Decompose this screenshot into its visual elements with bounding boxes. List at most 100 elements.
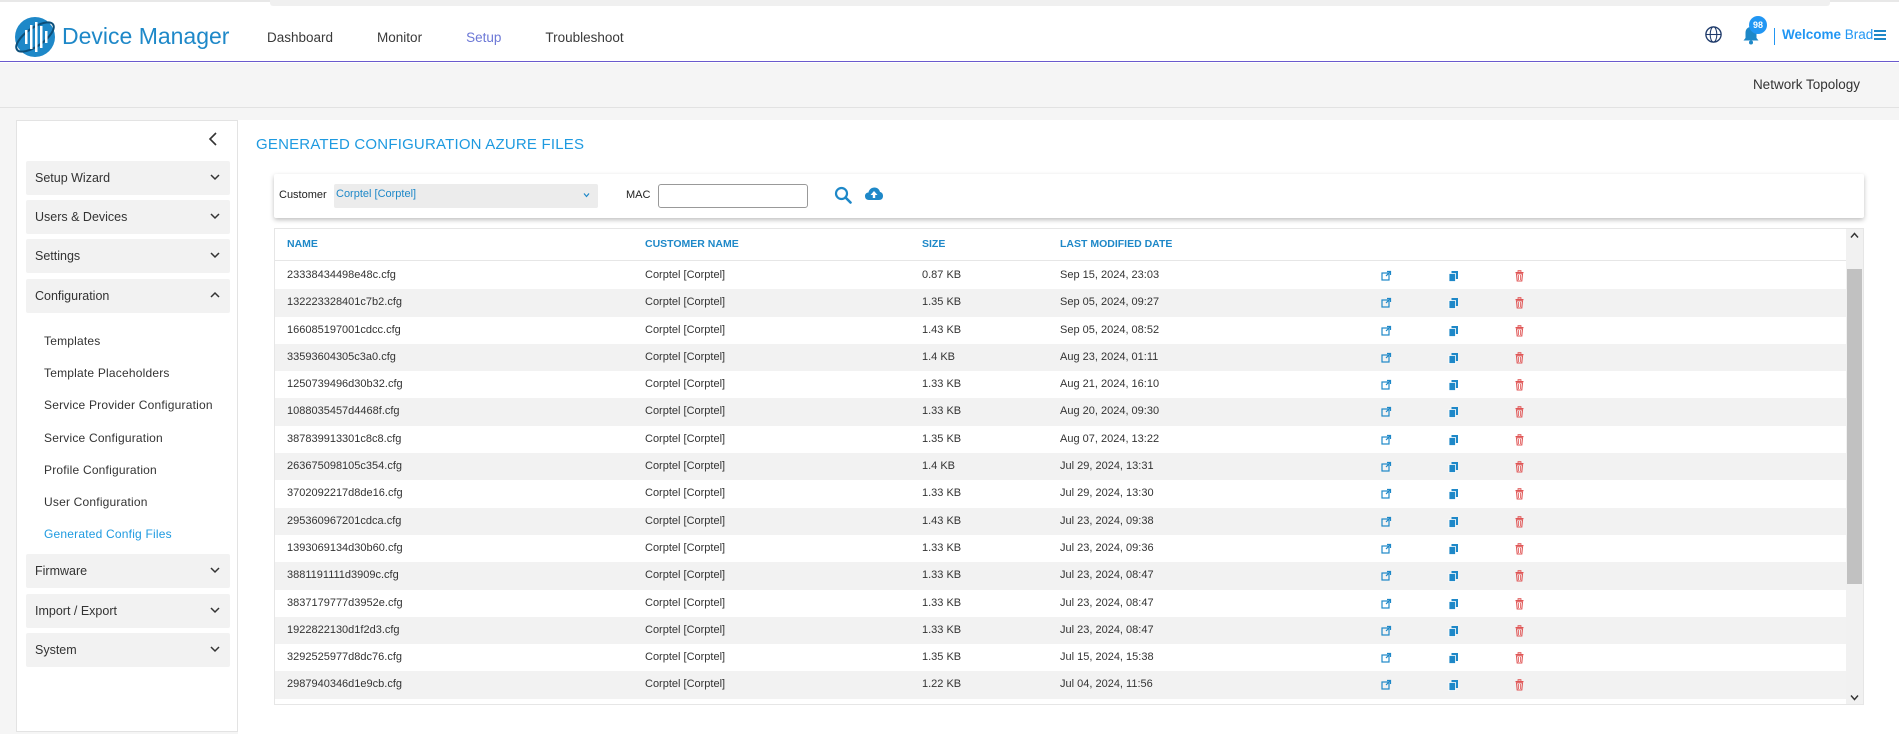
sidebar-subitem-generated-config-files[interactable]: Generated Config Files [44,527,172,541]
network-topology-link[interactable]: Network Topology [1753,77,1860,92]
table-scrollbar[interactable] [1846,229,1863,704]
copy-icon[interactable] [1448,296,1459,310]
search-icon[interactable] [834,186,852,204]
trash-icon[interactable] [1514,296,1525,309]
cloud-upload-icon[interactable] [864,185,884,203]
sidebar-item-firmware[interactable]: Firmware [26,554,230,588]
open-external-icon[interactable] [1381,296,1392,308]
copy-icon[interactable] [1448,460,1459,473]
nav-setup[interactable]: Setup [466,30,501,45]
mac-input[interactable] [658,184,808,208]
scroll-up-icon[interactable] [1850,232,1859,239]
trash-icon[interactable] [1514,597,1525,610]
sidebar-item-setup-wizard[interactable]: Setup Wizard [26,161,230,195]
scroll-down-icon[interactable] [1850,694,1859,701]
table-row[interactable]: 2987940346d1e9cb.cfg Corptel [Corptel] 1.2… [275,671,1847,699]
trash-icon[interactable] [1514,678,1525,692]
column-header-customer-name[interactable]: CUSTOMER NAME [645,238,739,250]
column-header-last-modified-date[interactable]: LAST MODIFIED DATE [1060,238,1172,250]
table-row[interactable]: 1393069134d30b60.cfg Corptel [Corptel] 1.3… [275,534,1847,563]
open-external-icon[interactable] [1381,542,1392,554]
table-row[interactable]: 1922822130d1f2d3.cfg Corptel [Corptel] 1.3… [275,616,1847,645]
table-row[interactable]: 132223328401c7b2.cfg Corptel [Corptel] 1.3… [275,289,1847,317]
table-row[interactable]: 263675098105c354.cfg Corptel [Corptel] 1.4… [275,453,1847,481]
trash-icon[interactable] [1514,515,1525,528]
open-external-icon[interactable] [1381,678,1392,691]
trash-icon[interactable] [1514,542,1525,555]
sidebar-item-import-export[interactable]: Import / Export [26,594,230,628]
open-external-icon[interactable] [1381,351,1392,363]
table-row[interactable]: 3292525977d8dc76.cfg Corptel [Corptel] 1.3… [275,644,1847,672]
sidebar-subitem-user-configuration[interactable]: User Configuration [44,495,148,509]
open-external-icon[interactable] [1381,378,1392,390]
trash-icon[interactable] [1514,624,1525,637]
sidebar-item-settings[interactable]: Settings [26,239,230,273]
sidebar-item-system[interactable]: System [26,633,230,667]
collapse-sidebar-icon[interactable] [207,131,221,147]
open-external-icon[interactable] [1381,433,1392,445]
trash-icon[interactable] [1514,405,1525,419]
copy-icon[interactable] [1448,651,1459,665]
table-row[interactable]: 295360967201cdca.cfg Corptel [Corptel] 1.4… [275,507,1847,535]
copy-icon[interactable] [1448,405,1459,419]
nav-monitor[interactable]: Monitor [377,30,422,45]
nav-troubleshoot[interactable]: Troubleshoot [545,30,623,45]
copy-icon[interactable] [1448,487,1459,501]
open-external-icon[interactable] [1381,624,1392,636]
logo-icon[interactable] [12,14,58,60]
trash-icon[interactable] [1514,651,1525,664]
copy-icon[interactable] [1448,515,1459,528]
scroll-thumb[interactable] [1847,269,1862,584]
table-row[interactable]: 3702092217d8de16.cfg Corptel [Corptel] 1.3… [275,480,1847,508]
copy-icon[interactable] [1448,569,1459,583]
trash-icon[interactable] [1514,487,1525,500]
copy-icon[interactable] [1448,433,1459,446]
trash-icon[interactable] [1514,460,1525,473]
table-row[interactable]: 387839913301c8c8.cfg Corptel [Corptel] 1.3… [275,425,1847,454]
trash-icon[interactable] [1514,351,1525,364]
table-row[interactable]: 33593604305c3a0.cfg Corptel [Corptel] 1.4 … [275,343,1847,372]
copy-icon[interactable] [1448,678,1459,692]
welcome-user[interactable]: Welcome Brad [1782,27,1873,42]
column-header-size[interactable]: SIZE [922,238,945,250]
copy-icon[interactable] [1448,542,1459,555]
open-external-icon[interactable] [1381,597,1392,609]
copy-icon[interactable] [1448,324,1459,337]
open-external-icon[interactable] [1381,569,1392,581]
trash-icon[interactable] [1514,324,1525,337]
sidebar-subitem-service-configuration[interactable]: Service Configuration [44,431,163,445]
trash-icon[interactable] [1514,433,1525,446]
open-external-icon[interactable] [1381,460,1392,472]
open-external-icon[interactable] [1381,405,1392,418]
table-row[interactable]: 166085197001cdcc.cfg Corptel [Corptel] 1.4… [275,316,1847,344]
table-row[interactable]: 1250739496d30b32.cfg Corptel [Corptel] 1.3… [275,371,1847,399]
customer-select[interactable]: Corptel [Corptel] [334,184,598,208]
copy-icon[interactable] [1448,269,1459,282]
table-row[interactable]: 3837179777d3952e.cfg Corptel [Corptel] 1.3… [275,589,1847,617]
sidebar-item-configuration[interactable]: Configuration [26,279,230,313]
copy-icon[interactable] [1448,351,1459,364]
trash-icon[interactable] [1514,269,1525,282]
table-row[interactable]: 23338434498e48c.cfg Corptel [Corptel] 0.87… [275,262,1847,290]
nav-dashboard[interactable]: Dashboard [267,30,333,45]
sidebar-subitem-service-provider-configuration[interactable]: Service Provider Configuration [44,398,213,412]
open-external-icon[interactable] [1381,515,1392,527]
globe-icon[interactable] [1704,25,1723,44]
copy-icon[interactable] [1448,597,1459,610]
copy-icon[interactable] [1448,624,1459,637]
sidebar-subitem-template-placeholders[interactable]: Template Placeholders [44,366,170,380]
column-header-name[interactable]: NAME [287,238,318,250]
open-external-icon[interactable] [1381,651,1392,663]
copy-icon[interactable] [1448,378,1459,392]
open-external-icon[interactable] [1381,487,1392,499]
hamburger-menu-icon[interactable] [1874,29,1886,41]
table-row[interactable]: 3881191111d3909c.cfg Corptel [Corptel] 1.3… [275,562,1847,590]
table-row[interactable]: 1088035457d4468f.cfg Corptel [Corptel] 1.3… [275,398,1847,426]
sidebar-item-users-devices[interactable]: Users & Devices [26,200,230,234]
sidebar-subitem-templates[interactable]: Templates [44,334,101,348]
open-external-icon[interactable] [1381,324,1392,336]
trash-icon[interactable] [1514,569,1525,582]
sidebar-subitem-profile-configuration[interactable]: Profile Configuration [44,463,157,477]
open-external-icon[interactable] [1381,269,1392,281]
trash-icon[interactable] [1514,378,1525,391]
